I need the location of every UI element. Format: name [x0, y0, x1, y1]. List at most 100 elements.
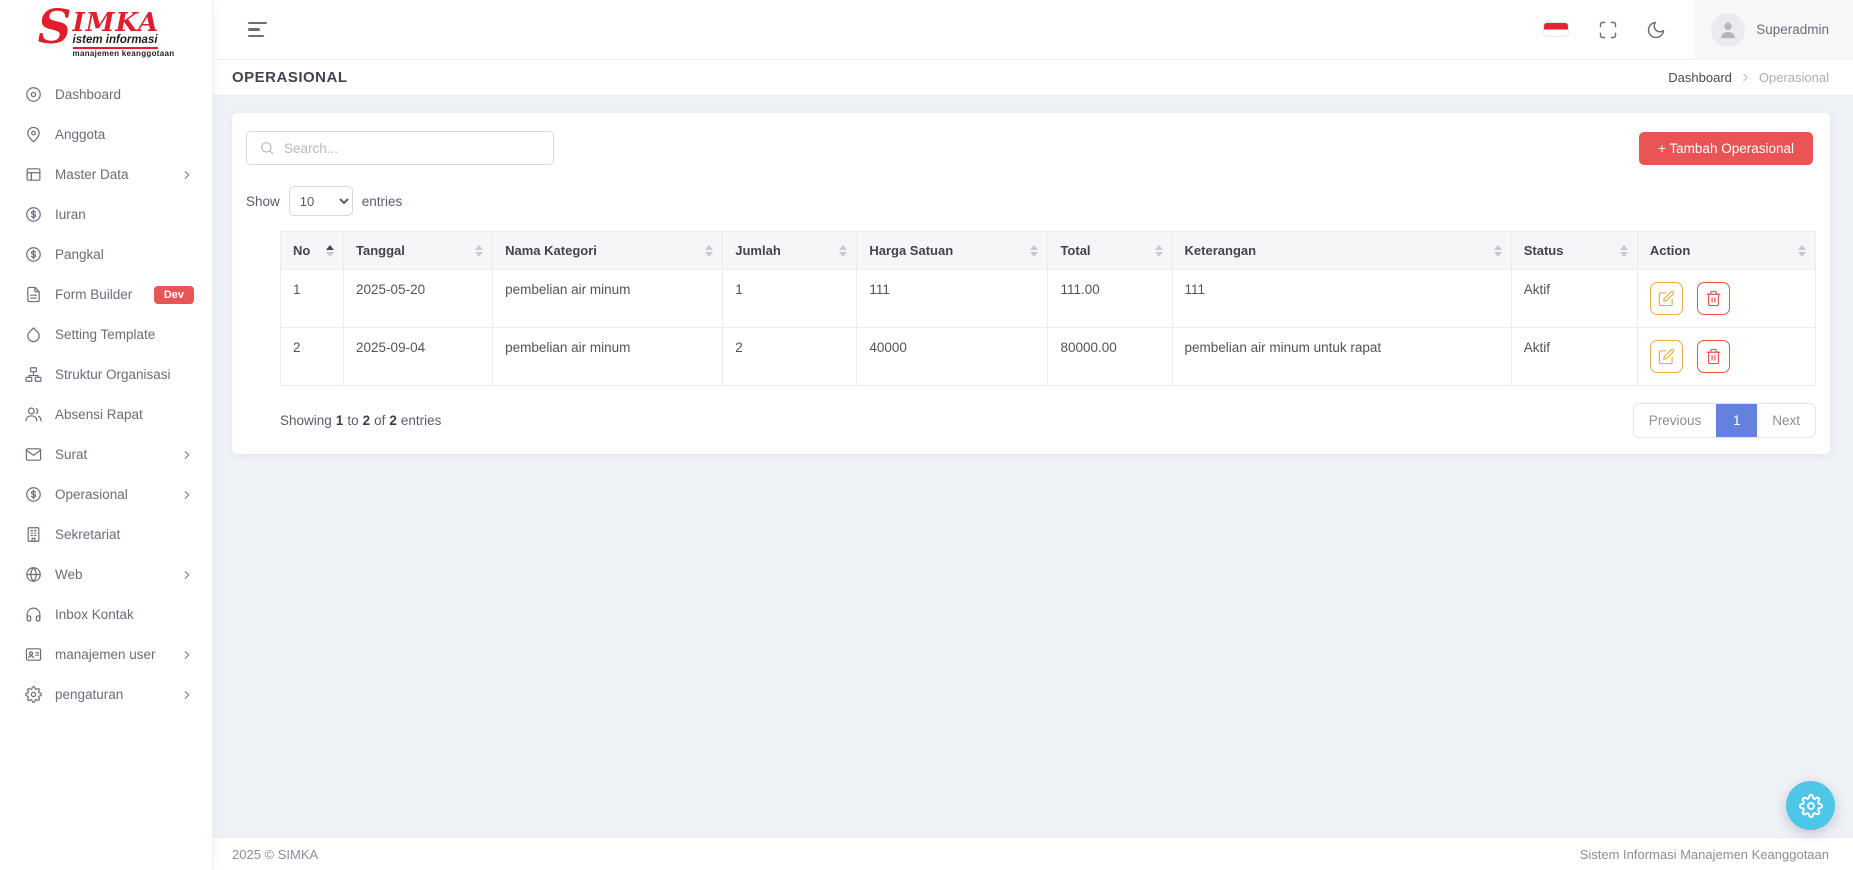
- sort-icon: [1494, 245, 1502, 257]
- gear-icon: [1799, 794, 1823, 818]
- sidebar-item-anggota[interactable]: Anggota: [0, 115, 212, 155]
- edit-button[interactable]: [1650, 282, 1683, 315]
- col-header-status[interactable]: Status: [1511, 232, 1637, 270]
- search-icon: [259, 140, 275, 156]
- sort-icon: [1798, 245, 1806, 257]
- sidebar-item-operasional[interactable]: Operasional: [0, 475, 212, 515]
- cell-action: [1637, 270, 1815, 328]
- trash-icon: [1705, 290, 1722, 307]
- edit-button[interactable]: [1650, 340, 1683, 373]
- cell-tanggal: 2025-09-04: [344, 328, 493, 386]
- cell-kategori: pembelian air minum: [493, 328, 723, 386]
- sort-icon: [475, 245, 483, 257]
- org-chart-icon: [25, 366, 42, 383]
- sidebar-item-sekretariat[interactable]: Sekretariat: [0, 515, 212, 555]
- map-pin-icon: [25, 126, 42, 143]
- sort-icon: [839, 245, 847, 257]
- brand-logo-letter: S: [38, 8, 72, 48]
- edit-pencil-icon: [1658, 348, 1675, 365]
- avatar: [1711, 13, 1745, 47]
- sidebar-item-absensi-rapat[interactable]: Absensi Rapat: [0, 395, 212, 435]
- settings-float-button[interactable]: [1786, 781, 1835, 830]
- layout-icon: [25, 166, 42, 183]
- cell-jumlah: 1: [723, 270, 857, 328]
- cell-harga: 40000: [857, 328, 1048, 386]
- cell-keterangan: 111: [1172, 270, 1511, 328]
- cell-harga: 111: [857, 270, 1048, 328]
- fullscreen-icon[interactable]: [1598, 20, 1618, 40]
- cell-total: 111.00: [1048, 270, 1172, 328]
- add-operasional-button[interactable]: + Tambah Operasional: [1639, 132, 1813, 165]
- breadcrumb: Dashboard Operasional: [1668, 70, 1829, 85]
- col-header-no[interactable]: No: [281, 232, 344, 270]
- cell-status: Aktif: [1511, 270, 1637, 328]
- sidebar-item-label: Inbox Kontak: [55, 607, 194, 622]
- pagination-page-1[interactable]: 1: [1716, 404, 1757, 437]
- sidebar-menu: Dashboard Anggota Master Data Iuran Pang…: [0, 62, 212, 715]
- sort-icon: [1030, 245, 1038, 257]
- chevron-right-icon: [180, 168, 194, 182]
- sort-icon: [1155, 245, 1163, 257]
- main-panel: Superadmin OPERASIONAL Dashboard Operasi…: [213, 0, 1853, 870]
- sidebar-item-dashboard[interactable]: Dashboard: [0, 75, 212, 115]
- cell-total: 80000.00: [1048, 328, 1172, 386]
- chevron-right-icon: [180, 648, 194, 662]
- dark-mode-moon-icon[interactable]: [1646, 20, 1666, 40]
- breadcrumb-dashboard-link[interactable]: Dashboard: [1668, 70, 1732, 85]
- sidebar-item-label: Sekretariat: [55, 527, 194, 542]
- sort-icon: [705, 245, 713, 257]
- col-header-action[interactable]: Action: [1637, 232, 1815, 270]
- sidebar: S IMKA istem informasi manajemen keanggo…: [0, 0, 213, 870]
- cell-kategori: pembelian air minum: [493, 270, 723, 328]
- menu-toggle-button[interactable]: [244, 18, 271, 41]
- language-flag-icon[interactable]: [1544, 23, 1568, 36]
- sidebar-item-surat[interactable]: Surat: [0, 435, 212, 475]
- cell-keterangan: pembelian air minum untuk rapat: [1172, 328, 1511, 386]
- brand-logo[interactable]: S IMKA istem informasi manajemen keanggo…: [0, 0, 212, 62]
- delete-button[interactable]: [1697, 282, 1730, 315]
- dollar-circle-icon: [25, 486, 42, 503]
- sidebar-item-label: Absensi Rapat: [55, 407, 194, 422]
- building-icon: [25, 526, 42, 543]
- user-menu[interactable]: Superadmin: [1694, 0, 1853, 59]
- search-input[interactable]: [284, 141, 541, 156]
- sidebar-item-form-builder[interactable]: Form Builder Dev: [0, 275, 212, 315]
- col-header-keterangan[interactable]: Keterangan: [1172, 232, 1511, 270]
- sidebar-item-label: Iuran: [55, 207, 194, 222]
- dollar-circle-icon: [25, 246, 42, 263]
- pagination-previous[interactable]: Previous: [1634, 404, 1717, 437]
- sidebar-item-label: Anggota: [55, 127, 194, 142]
- cell-tanggal: 2025-05-20: [344, 270, 493, 328]
- col-header-nama-kategori[interactable]: Nama Kategori: [493, 232, 723, 270]
- mail-icon: [25, 446, 42, 463]
- delete-button[interactable]: [1697, 340, 1730, 373]
- title-bar: OPERASIONAL Dashboard Operasional: [213, 60, 1853, 96]
- col-header-tanggal[interactable]: Tanggal: [344, 232, 493, 270]
- sidebar-item-iuran[interactable]: Iuran: [0, 195, 212, 235]
- search-box: [246, 131, 554, 165]
- sidebar-item-setting-template[interactable]: Setting Template: [0, 315, 212, 355]
- table-row: 1 2025-05-20 pembelian air minum 1 111 1…: [281, 270, 1816, 328]
- table-info: Showing1to2of2entries: [280, 413, 445, 428]
- sidebar-item-label: Master Data: [55, 167, 167, 182]
- sidebar-item-struktur-organisasi[interactable]: Struktur Organisasi: [0, 355, 212, 395]
- sidebar-item-manajemen-user[interactable]: manajemen user: [0, 635, 212, 675]
- sidebar-item-label: Dashboard: [55, 87, 194, 102]
- sidebar-item-master-data[interactable]: Master Data: [0, 155, 212, 195]
- sidebar-item-label: pengaturan: [55, 687, 167, 702]
- col-header-harga-satuan[interactable]: Harga Satuan: [857, 232, 1048, 270]
- entries-label: entries: [362, 194, 403, 209]
- sidebar-item-label: Operasional: [55, 487, 167, 502]
- page-length-select[interactable]: 10: [289, 186, 353, 216]
- operasional-table: No Tanggal Nama Kategori Jumlah Harga Sa…: [280, 231, 1816, 386]
- sidebar-item-pangkal[interactable]: Pangkal: [0, 235, 212, 275]
- footer-app-name: Sistem Informasi Manajemen Keanggotaan: [1580, 847, 1829, 862]
- pagination: Previous 1 Next: [1633, 403, 1816, 438]
- pagination-next[interactable]: Next: [1757, 404, 1815, 437]
- sidebar-item-inbox-kontak[interactable]: Inbox Kontak: [0, 595, 212, 635]
- top-navbar: Superadmin: [213, 0, 1853, 60]
- col-header-jumlah[interactable]: Jumlah: [723, 232, 857, 270]
- col-header-total[interactable]: Total: [1048, 232, 1172, 270]
- sidebar-item-pengaturan[interactable]: pengaturan: [0, 675, 212, 715]
- sidebar-item-web[interactable]: Web: [0, 555, 212, 595]
